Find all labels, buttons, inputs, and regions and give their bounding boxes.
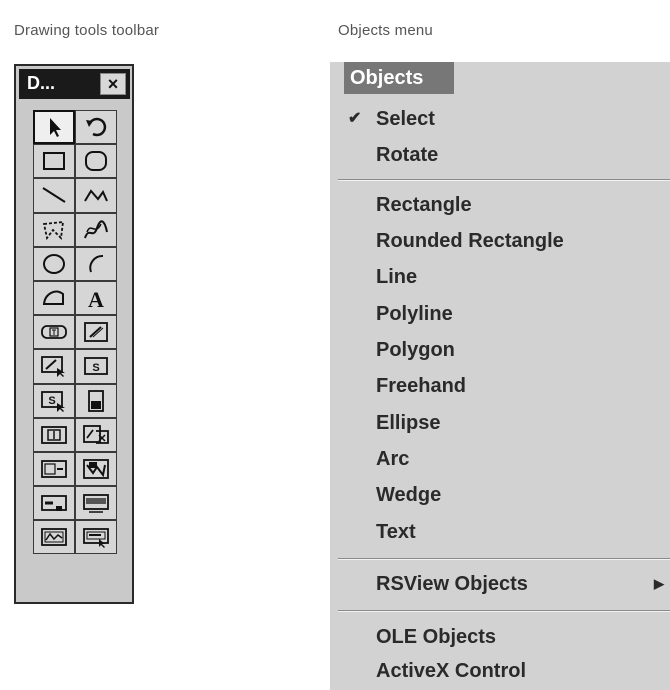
menu-item-select[interactable]: ✔ Select xyxy=(330,102,670,136)
menu-item-label: Polygon xyxy=(376,339,455,361)
tool-button-symbol[interactable] xyxy=(75,451,117,487)
menu-separator xyxy=(338,558,670,560)
rectangle-icon xyxy=(43,152,65,171)
multistate-indicator-icon xyxy=(83,424,109,444)
menu-item-polyline[interactable]: Polyline xyxy=(330,297,670,331)
arc-icon xyxy=(89,254,104,273)
svg-text:S: S xyxy=(92,362,99,374)
menu-item-label: OLE Objects xyxy=(376,626,497,648)
menu-item-label: ActiveX Control xyxy=(376,660,527,682)
tool-button-arrow-indicator[interactable] xyxy=(33,486,75,521)
button-icon xyxy=(41,425,67,444)
freehand-icon xyxy=(84,220,108,239)
tool-button-wedge[interactable] xyxy=(33,280,75,316)
menu-item-label: Freehand xyxy=(376,375,467,397)
trend-icon xyxy=(41,528,67,547)
objects-menu: Objects ✔ Select Rotate Rectangle Rounde… xyxy=(330,62,670,690)
polyline-icon xyxy=(84,189,108,202)
tool-button-arc[interactable] xyxy=(75,246,117,281)
tool-button-polygon[interactable] xyxy=(33,212,75,247)
menu-item-ellipse[interactable]: Ellipse xyxy=(330,406,670,440)
menu-item-rotate[interactable]: Rotate xyxy=(330,138,670,172)
tool-button-alarm-banner[interactable] xyxy=(75,520,117,555)
rounded-rectangle-icon xyxy=(85,151,107,172)
menu-item-label: Polyline xyxy=(376,303,453,325)
menu-item-line[interactable]: Line xyxy=(330,260,670,294)
select-arrow-icon xyxy=(50,118,61,138)
menu-item-rsview-objects[interactable]: RSView Objects ▶ xyxy=(330,567,670,601)
drawing-tools-toolbar: D... × A S S xyxy=(14,64,134,604)
tool-button-rectangle[interactable] xyxy=(33,144,75,179)
line-icon xyxy=(42,187,66,204)
menu-item-label: Wedge xyxy=(376,484,442,506)
menu-item-label: Ellipse xyxy=(376,412,441,434)
polygon-icon xyxy=(42,220,65,240)
menu-item-label: Arc xyxy=(376,448,410,470)
menu-title[interactable]: Objects xyxy=(344,62,454,94)
arrow-indicator-icon xyxy=(41,495,67,512)
tool-button-line[interactable] xyxy=(33,178,75,213)
message-display-icon xyxy=(83,494,109,513)
alarm-banner-icon xyxy=(83,528,109,549)
tool-button-ellipse[interactable] xyxy=(33,246,75,281)
string-display-icon: S xyxy=(84,357,108,376)
tool-grid: A S S xyxy=(33,110,117,555)
menu-separator xyxy=(338,610,670,612)
string-input-icon: S xyxy=(41,390,65,412)
list-indicator-icon xyxy=(41,460,67,478)
ellipse-icon xyxy=(43,253,65,274)
menu-item-ole-objects[interactable]: OLE Objects xyxy=(330,620,670,654)
numeric-display-icon xyxy=(84,322,108,343)
tool-button-rotate[interactable] xyxy=(75,110,117,145)
tool-button-numeric-input[interactable] xyxy=(33,349,75,384)
menu-item-label: Rounded Rectangle xyxy=(376,230,564,252)
menu-item-text[interactable]: Text xyxy=(330,515,670,549)
toolbar-title: D... xyxy=(27,73,56,93)
menu-item-activex-control[interactable]: ActiveX Control xyxy=(330,654,670,688)
menu-item-arc[interactable]: Arc xyxy=(330,442,670,476)
svg-text:A: A xyxy=(88,287,104,310)
tool-button-rounded-rectangle[interactable] xyxy=(75,144,117,179)
tool-button-text[interactable]: A xyxy=(75,280,117,316)
tool-button-message-display[interactable] xyxy=(75,486,117,521)
tool-button-string-input[interactable]: S xyxy=(33,383,75,418)
menu-item-rectangle[interactable]: Rectangle xyxy=(330,188,670,222)
tool-button-freehand[interactable] xyxy=(75,212,117,247)
numeric-input-icon xyxy=(41,356,65,378)
text-input-icon xyxy=(41,325,67,340)
menu-item-label: RSView Objects xyxy=(376,573,528,595)
toolbar-title-bar[interactable]: D... × xyxy=(19,69,130,99)
tool-button-polyline[interactable] xyxy=(75,178,117,213)
menu-item-rounded-rectangle[interactable]: Rounded Rectangle xyxy=(330,224,670,258)
tool-button-string-display[interactable]: S xyxy=(75,349,117,384)
text-icon: A xyxy=(88,287,104,310)
menu-item-label: Line xyxy=(376,266,418,288)
symbol-icon xyxy=(83,459,109,479)
menu-item-label: Rectangle xyxy=(376,194,472,216)
menu-item-label: Rotate xyxy=(376,144,439,166)
checkmark-icon: ✔ xyxy=(348,110,362,127)
menu-item-freehand[interactable]: Freehand xyxy=(330,369,670,403)
menu-separator xyxy=(338,179,670,181)
menu-item-wedge[interactable]: Wedge xyxy=(330,478,670,512)
tool-button-button[interactable] xyxy=(33,417,75,452)
svg-text:S: S xyxy=(48,395,55,407)
menu-item-label: Select xyxy=(376,108,435,130)
submenu-arrow-icon: ▶ xyxy=(654,576,664,591)
tool-button-list-indicator[interactable] xyxy=(33,451,75,487)
tool-button-trend[interactable] xyxy=(33,520,75,555)
rotate-icon xyxy=(86,117,107,137)
tool-button-bar-graph[interactable] xyxy=(75,383,117,418)
toolbar-caption: Drawing tools toolbar xyxy=(14,22,160,39)
menu-item-label: Text xyxy=(376,521,416,543)
bar-graph-icon xyxy=(88,389,104,412)
wedge-icon xyxy=(42,290,64,306)
tool-button-numeric-display[interactable] xyxy=(75,315,117,350)
close-button[interactable]: × xyxy=(100,73,126,95)
menu-item-polygon[interactable]: Polygon xyxy=(330,333,670,367)
tool-button-text-input[interactable] xyxy=(33,315,75,350)
tool-button-multistate-indicator[interactable] xyxy=(75,417,117,452)
tool-button-select[interactable] xyxy=(33,110,75,145)
menu-caption: Objects menu xyxy=(338,22,433,39)
